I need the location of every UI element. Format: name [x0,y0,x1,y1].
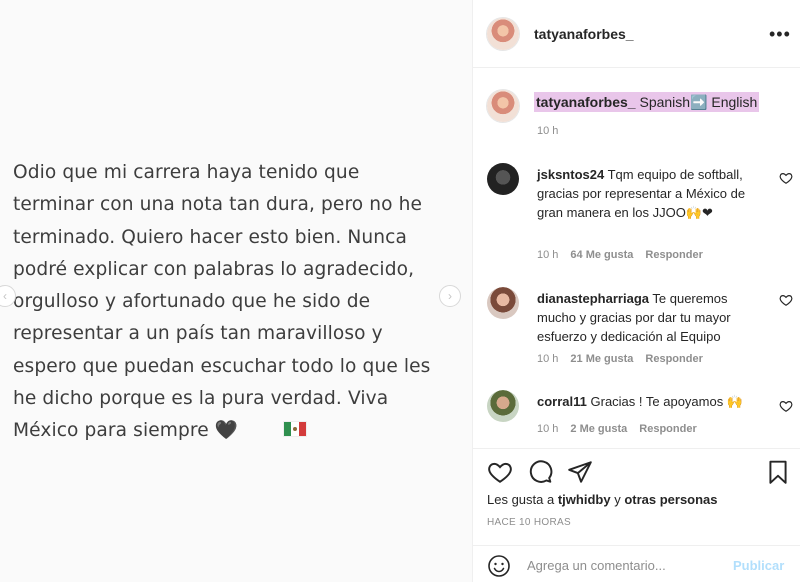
caption-time: 10 h [537,125,559,137]
share-paper-plane-icon[interactable] [567,459,593,485]
post-time: HACE 10 HORAS [487,517,571,528]
heart-icon[interactable] [487,459,513,485]
likes-user-link[interactable]: tjwhidby [558,492,611,507]
heart-icon[interactable] [779,399,793,413]
post-text: Odio que mi carrera haya tenido que term… [13,162,431,442]
comment-body: jsksntos24 Tqm equipo de softball, graci… [537,165,765,222]
comment-username[interactable]: jsksntos24 [537,167,604,182]
comment-time: 10 h [537,353,559,365]
chevron-right-icon[interactable]: › [439,285,461,307]
comment-username[interactable]: dianastepharriaga [537,291,649,306]
mexico-flag-icon [283,421,307,437]
heart-icon[interactable] [779,293,793,307]
comment-avatar[interactable] [487,287,519,319]
comment-time: 10 h [537,423,559,435]
caption-avatar[interactable] [487,90,519,122]
comment-meta: 10 h 2 Me gusta Responder [537,423,697,435]
comment-input[interactable] [527,554,727,576]
header-username[interactable]: tatyanaforbes_ [534,26,634,42]
reply-button[interactable]: Responder [645,249,702,261]
comment-body: dianastepharriaga Te queremos mucho y gr… [537,289,765,346]
comment-text: Gracias ! Te apoyamos 🙌 [590,394,744,409]
comment-meta: 10 h 21 Me gusta Responder [537,353,703,365]
comment-username[interactable]: corral11 [537,394,587,409]
caption-username[interactable]: tatyanaforbes_ [536,94,636,110]
avatar[interactable] [487,18,519,50]
add-comment-bar: Publicar [473,545,800,582]
more-dots-icon[interactable]: ••• [769,24,791,45]
likes-others-link[interactable]: otras personas [624,492,717,507]
comment-meta: 10 h 64 Me gusta Responder [537,249,703,261]
heart-icon[interactable] [779,171,793,185]
bookmark-icon[interactable] [765,459,791,485]
comment-avatar[interactable] [487,163,519,195]
comment-bubble-icon[interactable] [527,459,553,485]
post-image: Odio que mi carrera haya tenido que term… [0,0,472,582]
caption: tatyanaforbes_ Spanish➡️ English [534,92,760,112]
comment-likes[interactable]: 21 Me gusta [570,353,633,365]
comment-likes[interactable]: 64 Me gusta [570,249,633,261]
comment-time: 10 h [537,249,559,261]
publish-button[interactable]: Publicar [733,558,784,573]
emoji-icon[interactable] [487,554,511,578]
likes-connector: y [614,492,621,507]
reply-button[interactable]: Responder [639,423,696,435]
caption-text: Spanish➡️ English [639,94,758,110]
reply-button[interactable]: Responder [645,353,702,365]
likes-summary: Les gusta a tjwhidby y otras personas [487,492,718,507]
post-panel: tatyanaforbes_ ••• tatyanaforbes_ Spanis… [473,0,800,582]
likes-prefix: Les gusta a [487,492,555,507]
post-header: tatyanaforbes_ ••• [473,0,800,68]
comment-avatar[interactable] [487,390,519,422]
comment-likes[interactable]: 2 Me gusta [570,423,627,435]
comment-body: corral11 Gracias ! Te apoyamos 🙌 [537,392,765,411]
post-actions: Les gusta a tjwhidby y otras personas HA… [473,448,800,538]
